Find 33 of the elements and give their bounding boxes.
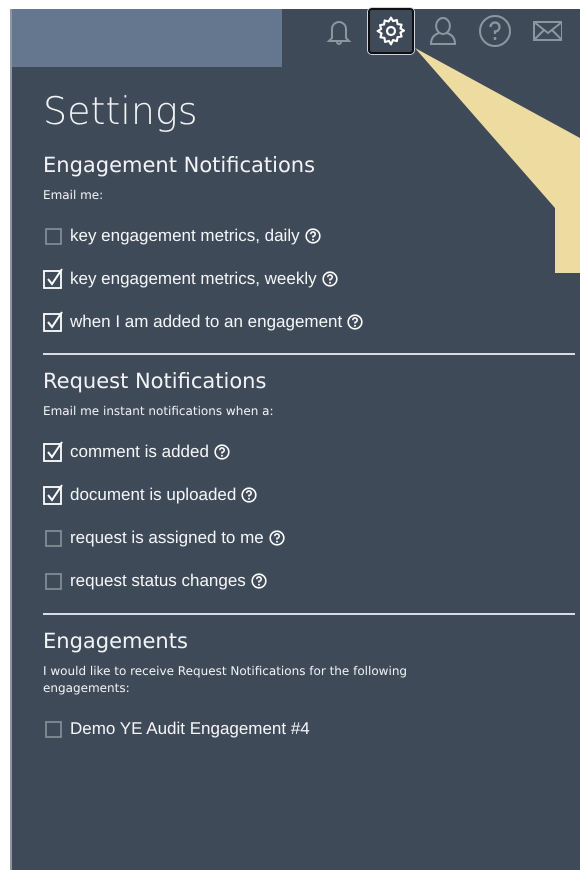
option-label: request is assigned to me — [70, 528, 264, 548]
help-icon[interactable] — [250, 573, 267, 590]
settings-icon — [375, 15, 407, 47]
option-label: Demo YE Audit Engagement #4 — [70, 719, 310, 740]
help-icon[interactable] — [241, 487, 258, 504]
help-icon[interactable] — [268, 530, 285, 546]
option-label: when I am added to an engagement — [70, 312, 342, 332]
checkbox[interactable] — [43, 570, 65, 592]
checkbox[interactable] — [43, 268, 65, 290]
help-icon[interactable] — [214, 444, 230, 460]
checkbox[interactable] — [43, 718, 65, 740]
checkbox[interactable] — [43, 441, 65, 464]
section-intro: Email me: — [43, 187, 104, 204]
section-intro: Email me instant notifications when a: — [43, 403, 275, 420]
checkbox[interactable] — [43, 527, 65, 550]
section-heading: Engagement Notifications — [43, 153, 316, 177]
option-label: request status changes — [70, 571, 246, 592]
page-title: Settings — [43, 89, 199, 133]
checkbox[interactable] — [43, 310, 65, 333]
section-heading: Engagements — [43, 628, 189, 653]
gear-button[interactable] — [368, 8, 414, 54]
help-icon[interactable] — [322, 270, 338, 287]
help-icon[interactable] — [347, 314, 364, 330]
help-icon[interactable] — [304, 228, 321, 244]
section-intro: I would like to receive Request Notifications for the following engagements: — [43, 662, 408, 698]
option-label: key engagement metrics, daily — [70, 226, 300, 246]
option-label: key engagement metrics, weekly — [70, 268, 317, 289]
option-label: document is uploaded — [70, 485, 236, 506]
checkbox[interactable] — [43, 484, 65, 506]
option-label: comment is added — [70, 442, 209, 462]
help-icon — [478, 14, 512, 48]
user-icon — [427, 15, 459, 47]
section-heading: Request Notifications — [43, 369, 268, 394]
